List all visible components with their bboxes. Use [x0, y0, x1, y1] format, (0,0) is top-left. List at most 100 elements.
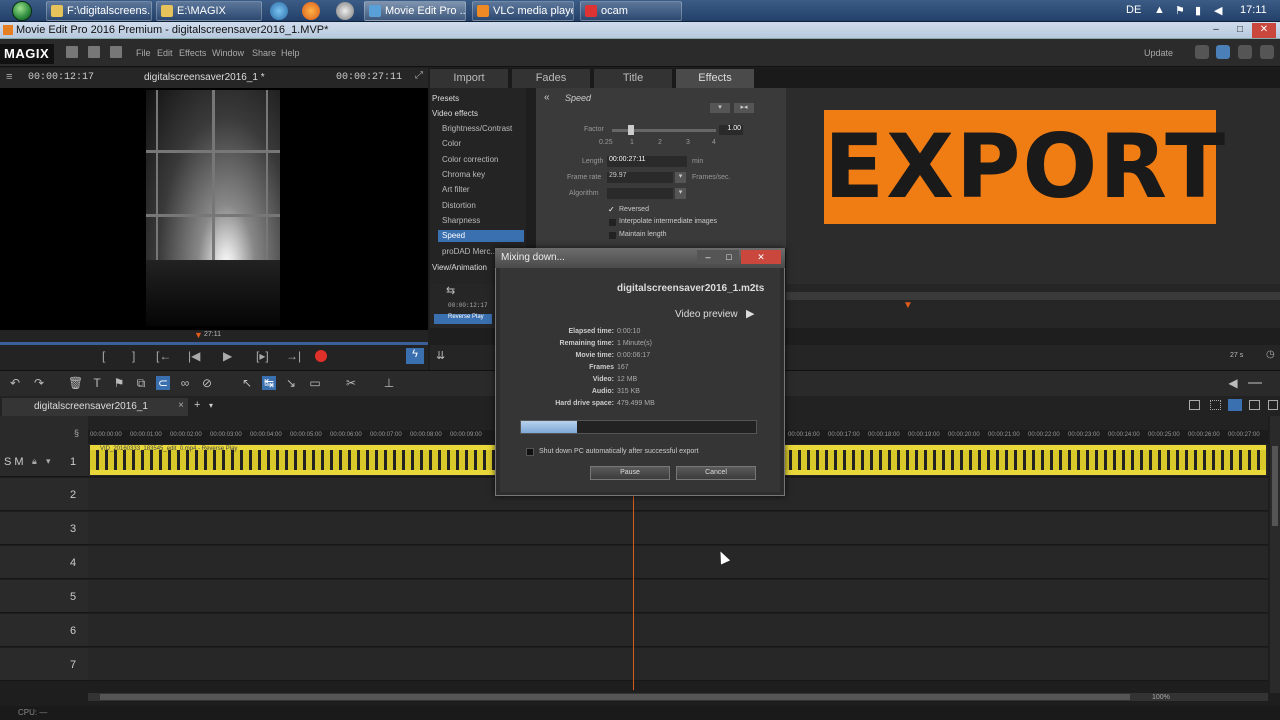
app-icon[interactable]: [336, 2, 354, 20]
next-frame-button[interactable]: →|: [286, 349, 301, 363]
menu-share[interactable]: Share: [252, 48, 276, 58]
tools-icon[interactable]: [1216, 45, 1230, 59]
snap-icon[interactable]: ⊂: [156, 376, 170, 390]
mixer-icon[interactable]: [1268, 400, 1278, 410]
track-7[interactable]: [88, 648, 1268, 681]
vertical-scrollbar[interactable]: [1270, 416, 1280, 693]
lock-icon[interactable]: 🔒︎: [32, 456, 37, 467]
cut-icon[interactable]: ✂: [344, 376, 358, 390]
fit-icon[interactable]: ⊥: [382, 376, 396, 390]
delete-icon[interactable]: 🗑: [68, 376, 83, 390]
reset-icon[interactable]: ▸◂: [734, 103, 754, 113]
vertical-scroll-thumb[interactable]: [1272, 446, 1278, 526]
effect-distortion[interactable]: Distortion: [442, 201, 476, 210]
track-header-7[interactable]: 7: [0, 648, 88, 681]
timeline-tab-project[interactable]: digitalscreensaver2016_1 ×: [2, 398, 188, 416]
track-header-3[interactable]: 3: [0, 512, 88, 545]
previous-marker-button[interactable]: [←: [156, 349, 171, 363]
hamburger-menu-icon[interactable]: ≡: [6, 71, 12, 83]
arrow-left-right-icon[interactable]: ⇆: [446, 284, 455, 297]
record-button[interactable]: [315, 350, 327, 362]
length-field[interactable]: 00:00:27:11: [607, 156, 687, 167]
dialog-close-button[interactable]: ✕: [741, 250, 781, 264]
keyframe-marker-icon[interactable]: ▼: [903, 300, 913, 311]
track-header-4[interactable]: 4: [0, 546, 88, 579]
position-bar[interactable]: [0, 342, 428, 345]
tab-import[interactable]: Import: [430, 69, 508, 88]
tab-menu-chevron-icon[interactable]: ▾: [209, 401, 213, 410]
close-button[interactable]: ✕: [1252, 23, 1276, 38]
play-button[interactable]: ▶: [223, 349, 232, 363]
mark-in-button[interactable]: [: [102, 349, 105, 363]
effect-sharpness[interactable]: Sharpness: [442, 216, 480, 225]
group-icon[interactable]: ⧉: [134, 376, 148, 390]
menu-help[interactable]: Help: [281, 48, 300, 58]
help-icon[interactable]: [1260, 45, 1274, 59]
effect-art-filter[interactable]: Art filter: [442, 185, 470, 194]
effect-color-correction[interactable]: Color correction: [442, 155, 498, 164]
clock[interactable]: 17:11: [1240, 4, 1267, 16]
effect-speed[interactable]: Speed: [442, 231, 465, 240]
dropdown-icon[interactable]: ▾: [710, 103, 730, 113]
maximize-button[interactable]: □: [1228, 23, 1252, 38]
taskbar-item-vlc[interactable]: VLC media player: [472, 1, 574, 21]
taskbar-item-explorer-2[interactable]: E:\MAGIX: [156, 1, 262, 21]
chevron-down-icon[interactable]: ▾: [675, 172, 686, 183]
trim-icon[interactable]: ↘: [284, 376, 298, 390]
marker-symbol-icon[interactable]: §: [74, 428, 79, 438]
presets-category[interactable]: Presets: [432, 94, 459, 103]
view-animation-category[interactable]: View/Animation: [432, 263, 487, 272]
maintain-length-checkbox[interactable]: [609, 232, 616, 239]
shutdown-checkbox[interactable]: [526, 448, 534, 456]
add-tab-icon[interactable]: +: [194, 399, 200, 411]
track-4[interactable]: [88, 546, 1268, 579]
menu-effects[interactable]: Effects: [179, 48, 206, 58]
video-preview-label[interactable]: Video preview: [675, 309, 738, 320]
track-options-icon[interactable]: ▾: [46, 456, 51, 467]
algorithm-select[interactable]: [607, 188, 673, 199]
taskbar-item-movie-edit-pro[interactable]: Movie Edit Pro ...: [364, 1, 466, 21]
expand-icon[interactable]: ⤢: [415, 70, 423, 81]
dialog-minimize-button[interactable]: –: [697, 250, 719, 264]
volume-slider[interactable]: [1248, 382, 1262, 384]
dialog-maximize-button[interactable]: □: [719, 250, 739, 264]
horizontal-scroll-thumb[interactable]: [100, 694, 1130, 700]
pause-button[interactable]: Pause: [590, 466, 670, 480]
track-height-icon[interactable]: ▭: [308, 376, 322, 390]
previous-frame-button[interactable]: |◀: [188, 349, 200, 363]
timeline-view-icon[interactable]: [1228, 399, 1242, 411]
taskbar-item-ocam[interactable]: ocam: [580, 1, 682, 21]
marker-icon[interactable]: ⚑: [112, 376, 126, 390]
effect-brightness-contrast[interactable]: Brightness/Contrast: [442, 124, 512, 133]
link-icon[interactable]: ∞: [178, 376, 192, 390]
start-button[interactable]: [2, 0, 42, 22]
menu-edit[interactable]: Edit: [157, 48, 173, 58]
lightning-icon[interactable]: ϟ: [406, 348, 424, 364]
video-effects-category[interactable]: Video effects: [432, 109, 478, 118]
language-indicator[interactable]: DE: [1126, 4, 1141, 16]
interpolate-checkbox[interactable]: [609, 219, 616, 226]
solo-mute-buttons[interactable]: S M: [4, 456, 24, 468]
tab-effects[interactable]: Effects: [676, 69, 754, 88]
menu-file[interactable]: File: [136, 48, 151, 58]
cloud-icon[interactable]: [1195, 45, 1209, 59]
back-chevron-icon[interactable]: «: [544, 92, 550, 103]
chevron-down-icon[interactable]: ▾: [675, 188, 686, 199]
storyboard-icon[interactable]: [1249, 400, 1260, 410]
factor-value[interactable]: 1.00: [719, 125, 743, 135]
save-icon[interactable]: [110, 46, 122, 58]
track-header-1[interactable]: S M 🔒︎ ▾ 1: [0, 444, 88, 477]
open-folder-icon[interactable]: [88, 46, 100, 58]
reversed-checkbox[interactable]: ✓: [608, 205, 615, 214]
flag-icon[interactable]: ⚑: [1175, 4, 1185, 17]
effect-chroma-key[interactable]: Chroma key: [442, 170, 485, 179]
next-marker-button[interactable]: [▸]: [256, 349, 269, 363]
cancel-button[interactable]: Cancel: [676, 466, 756, 480]
new-file-icon[interactable]: [66, 46, 78, 58]
update-link[interactable]: Update: [1144, 48, 1173, 58]
close-tab-icon[interactable]: ×: [178, 400, 184, 411]
factor-slider-handle[interactable]: [628, 125, 634, 135]
reverse-play-effect[interactable]: Reverse Play: [434, 314, 492, 324]
taskbar-item-explorer-1[interactable]: F:\digitalscreens...: [46, 1, 152, 21]
unlink-icon[interactable]: ⊘: [200, 376, 214, 390]
